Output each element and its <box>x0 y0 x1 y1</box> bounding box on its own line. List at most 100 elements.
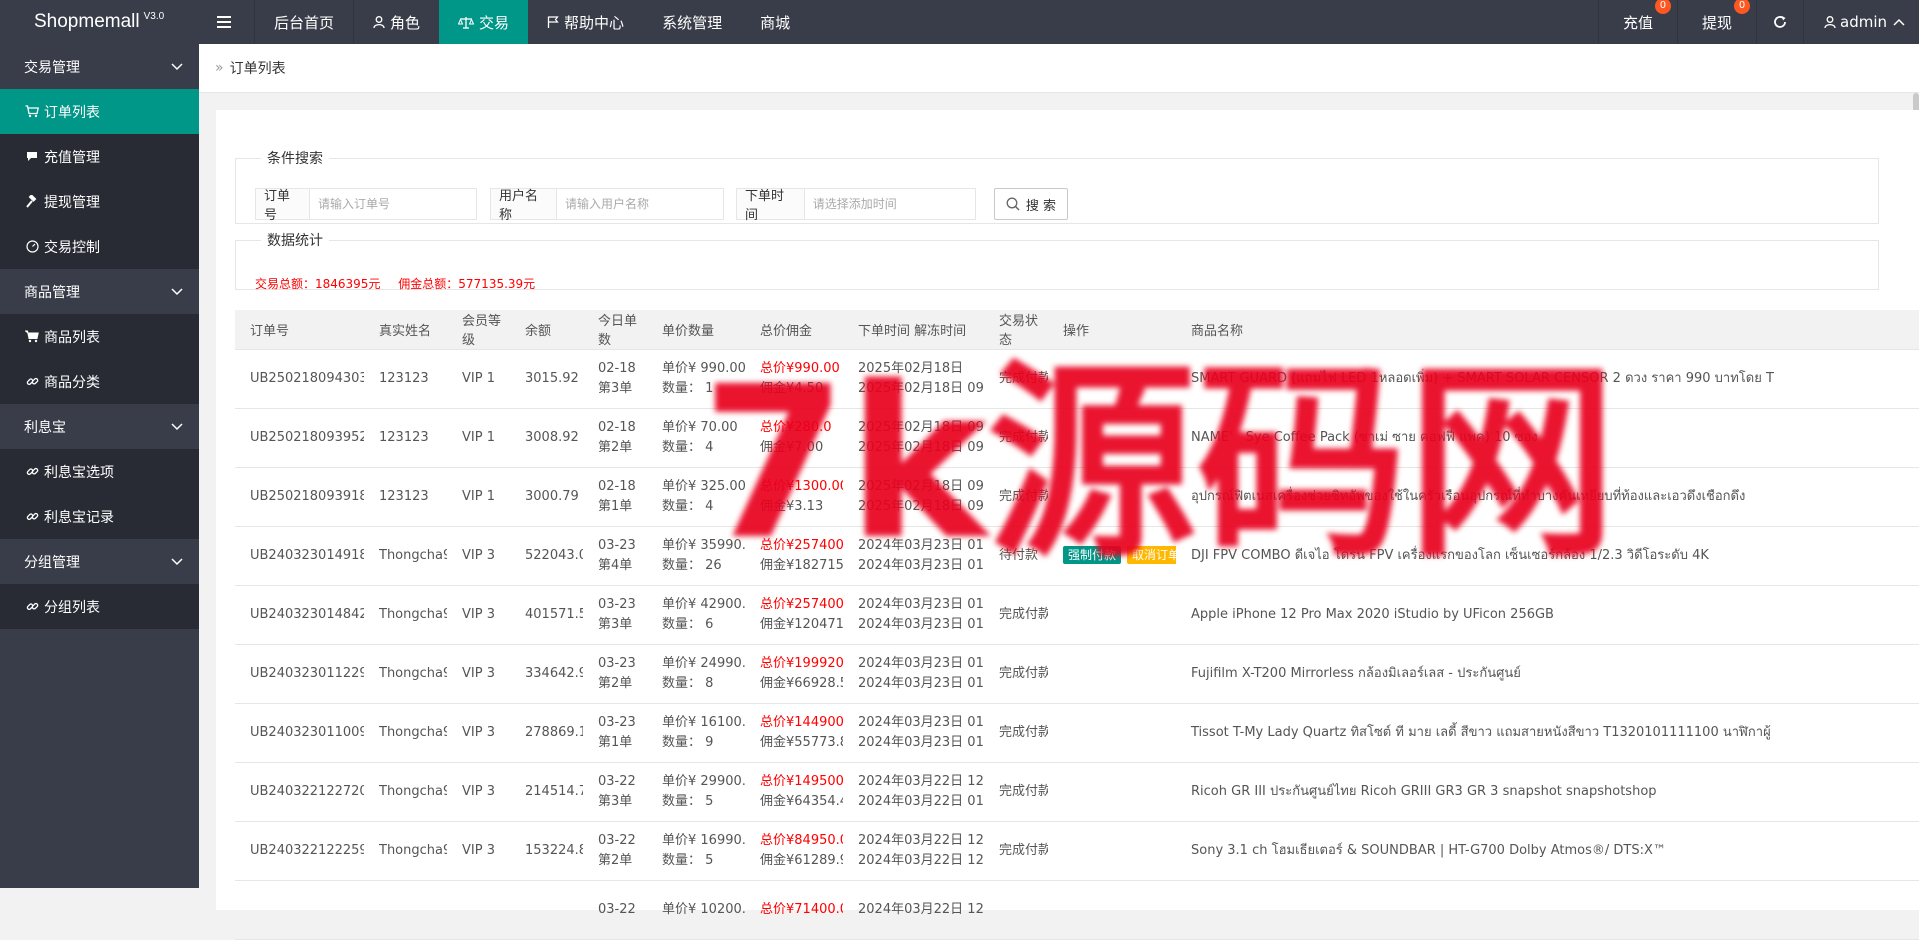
product-name: NAME' Sye Coffee Pack (ซาเม่ ซาย คอฟฟี่ … <box>1191 429 1538 445</box>
sidebar-item-interest-records[interactable]: 利息宝记录 <box>0 494 199 539</box>
real-name: Thongcha99 <box>379 606 447 622</box>
cancel-order-button[interactable]: 取消订单 <box>1127 545 1176 564</box>
sidebar-group-trade[interactable]: 交易管理 <box>0 44 199 89</box>
hamburger-icon <box>217 16 231 28</box>
product-name: Fujifilm X-T200 Mirrorless กล้องมิเลอร์เ… <box>1191 665 1521 681</box>
table-row: UB2403230112297710 Thongcha99 VIP 3 334642.… <box>235 644 1919 704</box>
sidebar-item-withdraw[interactable]: 提现管理 <box>0 179 199 224</box>
sidebar-item-product-list[interactable]: 商品列表 <box>0 314 199 359</box>
order-time: 2025年02月18日 09:39:18 <box>858 478 984 494</box>
commission: 佣金¥7.00 <box>760 439 824 455</box>
menu-toggle-button[interactable] <box>199 0 254 44</box>
order-number: UB2403230148429739 <box>250 606 364 622</box>
product-name: Ricoh GR III ประกันศูนย์ไทย Ricoh GRIII … <box>1191 783 1657 799</box>
sidebar-item-product-category[interactable]: 商品分类 <box>0 359 199 404</box>
app-logo[interactable]: Shopmemall V3.0 <box>0 0 199 44</box>
col-order: 订单号 <box>235 310 364 350</box>
sidebar-item-order-list[interactable]: 订单列表 <box>0 89 199 134</box>
trade-status: 完成付款 <box>999 488 1048 504</box>
unfreeze-time: 2024年03月22日 01:10:57 <box>858 793 984 809</box>
commission: 佣金¥55773.83 <box>760 734 843 750</box>
nav-help[interactable]: 帮助中心 <box>528 0 643 44</box>
order-time: 2024年03月23日 01:49:19 <box>858 537 984 553</box>
product-name: DJI FPV COMBO ดีเจไอ โดรน FPV เครื่องแรก… <box>1191 547 1709 563</box>
link-icon <box>26 512 38 521</box>
total-price: 总价¥149500.00 <box>760 773 843 789</box>
nav-system[interactable]: 系统管理 <box>643 0 741 44</box>
admin-menu[interactable]: admin <box>1803 0 1919 44</box>
stats-fieldset: 数据统计 交易总额：1846395元 佣金总额：577135.39元 <box>235 230 1879 291</box>
username-input[interactable] <box>557 189 723 219</box>
order-date: 03-23 <box>598 714 636 730</box>
commission: 佣金¥61289.92 <box>760 852 843 868</box>
top-nav: 后台首页 角色 交易 帮助中心 系统管理 商城 <box>199 0 809 44</box>
unit-price: 单价¥ 990.00 <box>662 360 745 376</box>
quantity: 数量： 26 <box>662 557 722 573</box>
order-time: 2025年02月18日 09:39:52 <box>858 419 984 435</box>
app-version: V3.0 <box>143 10 165 22</box>
nav-mall[interactable]: 商城 <box>741 0 809 44</box>
sidebar: 交易管理 订单列表 充值管理 提现管理 交易控制 商品管理 商品列表 商品分类 … <box>0 44 199 888</box>
real-name: 123123 <box>379 429 429 445</box>
unfreeze-time: 2025年02月18日 09:40:21 <box>858 498 984 514</box>
search-icon <box>1006 197 1020 211</box>
order-count: 第2单 <box>598 439 633 455</box>
sidebar-item-trade-control[interactable]: 交易控制 <box>0 224 199 269</box>
unfreeze-time: 2025年02月18日 09:44:06 <box>858 380 984 396</box>
sidebar-item-interest-options[interactable]: 利息宝选项 <box>0 449 199 494</box>
table-row: UB2403230148429739 Thongcha99 VIP 3 401571.… <box>235 585 1919 645</box>
order-number: UB2403230149189116 <box>250 547 364 563</box>
product-name: SMART GUARD (แถมไฟ LED 1หลอดเพิ่ม) + SMA… <box>1191 370 1774 386</box>
nav-role[interactable]: 角色 <box>353 0 439 44</box>
trade-status: 完成付款 <box>999 606 1048 622</box>
app-name: Shopmemall <box>34 11 140 32</box>
nav-trade[interactable]: 交易 <box>439 0 529 44</box>
order-number-input[interactable] <box>310 189 476 219</box>
order-date: 03-23 <box>598 655 636 671</box>
sidebar-item-recharge[interactable]: 充值管理 <box>0 134 199 179</box>
product-name: Apple iPhone 12 Pro Max 2020 iStudio by … <box>1191 606 1554 622</box>
quantity: 数量： 9 <box>662 734 714 750</box>
user-icon <box>1824 16 1836 28</box>
sidebar-item-group-list[interactable]: 分组列表 <box>0 584 199 629</box>
main-content: » 订单列表 条件搜索 订单号 用户名称 下单时间 搜 索 数据统计 <box>199 44 1919 940</box>
unfreeze-time: 2024年03月23日 01:13:23 <box>858 734 984 750</box>
chevron-down-icon <box>171 62 183 70</box>
chevron-down-icon <box>171 557 183 565</box>
sidebar-group-group[interactable]: 分组管理 <box>0 539 199 584</box>
refresh-button[interactable] <box>1756 0 1803 44</box>
breadcrumb-current[interactable]: 订单列表 <box>230 58 286 78</box>
balance: 334642.97 <box>525 665 583 681</box>
total-price: 总价¥84950.00 <box>760 832 843 848</box>
total-price: 总价¥199920.00 <box>760 655 843 671</box>
search-button[interactable]: 搜 索 <box>994 188 1068 220</box>
order-count: 第1单 <box>598 734 633 750</box>
total-price: 总价¥71400.00 <box>760 901 843 917</box>
quantity: 数量： 5 <box>662 793 714 809</box>
order-time-field: 下单时间 <box>736 188 976 223</box>
unit-price: 单价¥ 42900.00 <box>662 596 745 612</box>
order-time: 2024年03月23日 01:48:42 <box>858 596 984 612</box>
balance: 522043.03 <box>525 547 583 563</box>
order-time: 2024年03月23日 01:10:09 <box>858 714 984 730</box>
recharge-button[interactable]: 充值 0 <box>1597 0 1677 44</box>
link-icon <box>26 602 38 611</box>
hammer-icon <box>25 195 36 208</box>
force-pay-button[interactable]: 强制付款 <box>1063 545 1122 564</box>
balance: 278869.14 <box>525 724 583 740</box>
withdraw-button[interactable]: 提现 0 <box>1676 0 1756 44</box>
unit-price: 单价¥ 325.00 <box>662 478 745 494</box>
col-balance: 余额 <box>510 310 583 350</box>
balance: 214514.72 <box>525 783 583 799</box>
balance: 3000.79 <box>525 488 579 504</box>
total-commission: 佣金总额：577135.39元 <box>398 277 536 291</box>
balance: 153224.80 <box>525 842 583 858</box>
order-number: UB2403221227205776 <box>250 783 364 799</box>
total-trade: 交易总额：1846395元 <box>255 277 381 291</box>
sidebar-group-product[interactable]: 商品管理 <box>0 269 199 314</box>
unit-price: 单价¥ 16990.00 <box>662 832 745 848</box>
search-legend: 条件搜索 <box>267 151 323 167</box>
order-time-input[interactable] <box>804 189 975 219</box>
nav-home[interactable]: 后台首页 <box>254 0 353 44</box>
sidebar-group-interest[interactable]: 利息宝 <box>0 404 199 449</box>
